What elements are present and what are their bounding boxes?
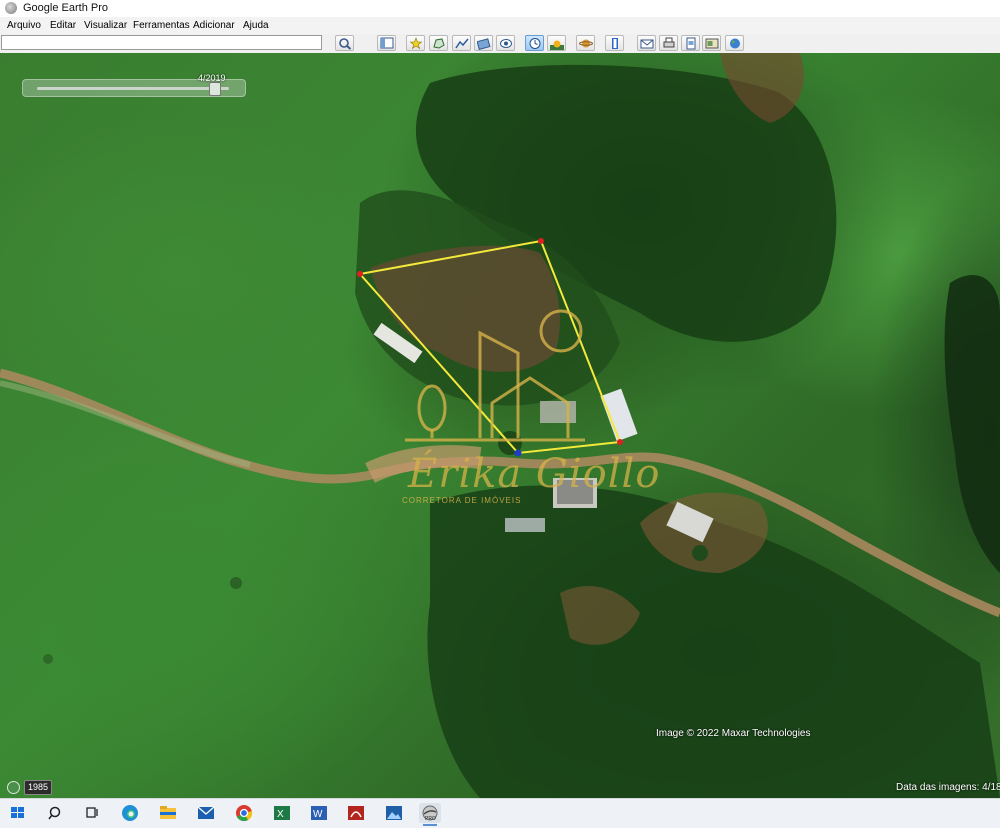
record-tour-icon	[500, 39, 512, 48]
historical-imagery-time-slider[interactable]: 4/2019	[22, 73, 246, 97]
ruler-button[interactable]	[605, 35, 624, 51]
taskbar-excel[interactable]: X	[271, 803, 293, 823]
task-view-button[interactable]	[81, 803, 103, 823]
sidebar-icon	[380, 37, 394, 49]
google-earth-icon: PRO	[422, 805, 438, 822]
file-explorer-icon	[160, 806, 176, 819]
menu-editar[interactable]: Editar	[50, 20, 76, 31]
menu-ferramentas[interactable]: Ferramentas	[133, 20, 190, 31]
polygon-icon	[433, 38, 445, 49]
taskbar-acrobat[interactable]	[345, 803, 367, 823]
toolbar	[0, 34, 1000, 54]
placemark-icon	[409, 37, 423, 50]
taskbar-file-explorer[interactable]	[157, 803, 179, 823]
imagery-credit: Image © 2022 Maxar Technologies	[656, 728, 811, 739]
windows-start-icon	[11, 807, 24, 818]
menu-ajuda[interactable]: Ajuda	[243, 20, 269, 31]
historical-year-badge[interactable]: 1985	[24, 780, 52, 795]
windows-taskbar: X W PRO	[0, 798, 1000, 828]
watermark-subtitle: CORRETORA DE IMÓVEIS	[402, 496, 522, 505]
watermark-name: Érika Giollo	[408, 451, 661, 497]
historical-clock-icon[interactable]	[7, 781, 20, 794]
mail-icon	[197, 806, 215, 819]
ruler-icon	[612, 38, 618, 49]
save-image-button[interactable]	[681, 35, 700, 51]
svg-text:PRO: PRO	[425, 816, 436, 822]
menu-adicionar[interactable]: Adicionar	[193, 20, 235, 31]
imagery-date-label: Data das imagens: 4/18	[896, 782, 1000, 793]
add-path-button[interactable]	[452, 35, 471, 51]
taskbar-photos[interactable]	[383, 803, 405, 823]
windows-start-button[interactable]	[7, 803, 29, 823]
photos-icon	[386, 806, 402, 820]
svg-text:X: X	[277, 809, 284, 820]
active-app-indicator	[423, 824, 437, 826]
switch-planets-button[interactable]	[576, 35, 595, 51]
edge-icon	[122, 805, 138, 821]
add-placemark-button[interactable]	[406, 35, 425, 51]
historical-imagery-icon	[529, 38, 541, 49]
task-view-icon	[86, 807, 98, 818]
taskbar-chrome[interactable]	[233, 803, 255, 823]
menu-bar: Arquivo Editar Visualizar Ferramentas Ad…	[0, 17, 1000, 34]
historical-imagery-button[interactable]	[525, 35, 544, 51]
excel-icon: X	[274, 806, 290, 820]
record-tour-button[interactable]	[496, 35, 515, 51]
title-bar: Google Earth Pro	[0, 0, 1000, 17]
sunlight-button[interactable]	[547, 35, 566, 51]
print-icon	[663, 37, 675, 48]
polygon-vertex[interactable]	[357, 271, 363, 277]
chrome-icon	[236, 805, 253, 822]
print-button[interactable]	[659, 35, 678, 51]
image-overlay-icon	[477, 38, 491, 50]
window-title: Google Earth Pro	[23, 2, 108, 14]
menu-visualizar[interactable]: Visualizar	[84, 20, 127, 31]
earth-icon	[730, 38, 740, 49]
acrobat-icon	[348, 806, 364, 820]
menu-arquivo[interactable]: Arquivo	[7, 20, 41, 31]
add-polygon-button[interactable]	[429, 35, 448, 51]
add-image-overlay-button[interactable]	[474, 35, 493, 51]
polygon-vertex[interactable]	[538, 238, 544, 244]
email-button[interactable]	[637, 35, 656, 51]
polygon-vertex[interactable]	[617, 439, 623, 445]
sidebar-toggle-button[interactable]	[377, 35, 396, 51]
satellite-imagery	[0, 53, 1000, 798]
search-input[interactable]	[1, 35, 322, 50]
planets-icon	[579, 39, 593, 48]
taskbar-search-button[interactable]	[45, 803, 67, 823]
view-in-maps-button[interactable]	[702, 35, 721, 51]
maps-icon	[705, 38, 719, 49]
time-slider-thumb[interactable]	[209, 82, 221, 96]
earth-gallery-button[interactable]	[725, 35, 744, 51]
sun-icon	[550, 40, 564, 50]
taskbar-google-earth[interactable]: PRO	[419, 803, 441, 823]
email-icon	[640, 39, 654, 49]
search-icon	[339, 38, 352, 50]
word-icon: W	[311, 806, 327, 820]
google-earth-app-icon	[5, 2, 17, 14]
save-image-icon	[686, 37, 696, 50]
taskbar-mail[interactable]	[195, 803, 217, 823]
search-icon	[48, 806, 61, 820]
taskbar-edge[interactable]	[119, 803, 141, 823]
svg-text:W: W	[313, 809, 323, 820]
time-slider-track[interactable]	[37, 87, 229, 90]
taskbar-word[interactable]: W	[308, 803, 330, 823]
satellite-map-view[interactable]: 4/2019 Érika Giollo CORRETORA DE IMÓVEIS…	[0, 53, 1000, 798]
path-icon	[455, 38, 469, 49]
search-button[interactable]	[335, 35, 354, 51]
time-slider-date: 4/2019	[198, 73, 226, 83]
